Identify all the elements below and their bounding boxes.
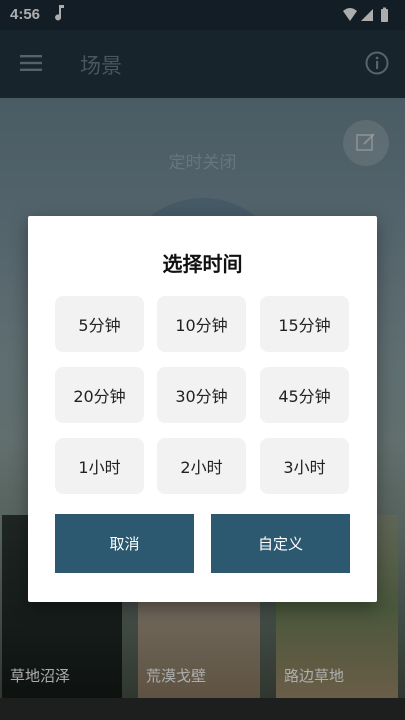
option-3h[interactable]: 3小时 [260,438,349,494]
option-10min[interactable]: 10分钟 [157,296,246,352]
option-5min[interactable]: 5分钟 [55,296,144,352]
option-15min[interactable]: 15分钟 [260,296,349,352]
option-20min[interactable]: 20分钟 [55,367,144,423]
option-1h[interactable]: 1小时 [55,438,144,494]
dialog-title: 选择时间 [162,252,243,276]
time-picker-dialog: 选择时间 5分钟 10分钟 15分钟 20分钟 30分钟 45分钟 1小时 2小… [28,216,377,602]
option-45min[interactable]: 45分钟 [260,367,349,423]
option-2h[interactable]: 2小时 [157,438,246,494]
cancel-button[interactable]: 取消 [55,514,194,573]
custom-button[interactable]: 自定义 [211,514,350,573]
option-30min[interactable]: 30分钟 [157,367,246,423]
